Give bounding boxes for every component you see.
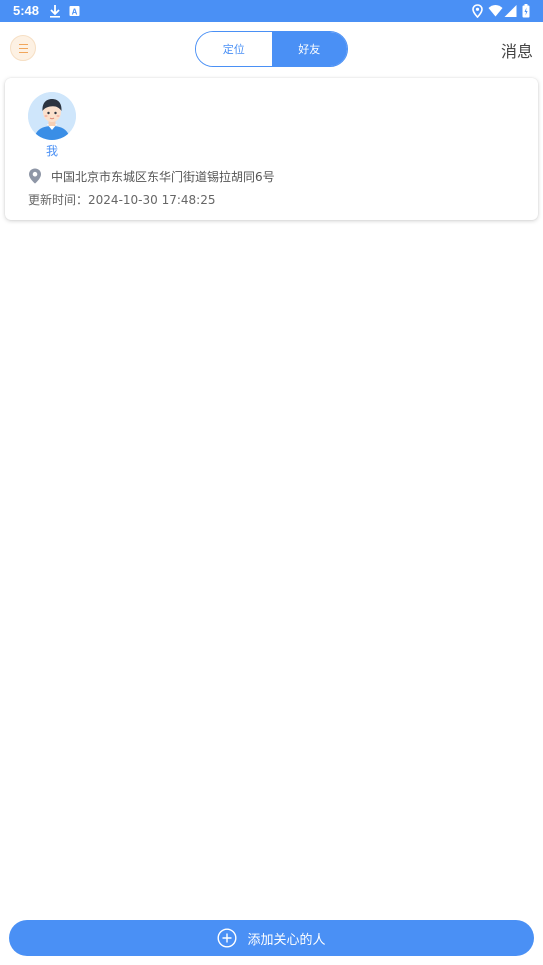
wifi-icon [488,5,503,17]
download-icon [50,5,60,18]
status-time: 5:48 [13,3,40,18]
friend-name: 我 [45,144,58,158]
add-friend-label: 添加关心的人 [247,932,326,948]
update-time-label: 更新时间 [28,193,77,207]
status-bar: 5:48 A [0,0,543,22]
tab-location[interactable]: 定位 [196,32,272,66]
messages-button[interactable]: 消息 [501,38,533,62]
signal-icon [504,5,517,17]
update-time-separator: ： [76,193,89,207]
location-pin-icon [29,168,41,184]
battery-icon [522,4,530,18]
view-toggle: 定位 好友 [195,31,348,67]
avatar-illustration-icon [28,92,76,140]
update-time-value: 2024-10-30 17:48:25 [88,193,216,207]
location-icon [472,4,483,18]
a-badge-icon: A [69,6,80,17]
svg-text:A: A [72,8,78,17]
plus-circle-icon [217,928,237,948]
update-time-row: 更新时间：2024-10-30 17:48:25 [28,191,215,208]
friends-screen: 5:48 A 定位 好友 消息 我 中国北京市东城区东华门街道锡拉胡同6号 更新… [0,0,543,965]
add-friend-button[interactable]: 添加关心的人 [9,920,534,956]
avatar [28,92,76,140]
menu-icon [19,44,28,56]
tab-friends[interactable]: 好友 [271,32,347,66]
menu-button[interactable] [10,35,36,61]
friend-address: 中国北京市东城区东华门街道锡拉胡同6号 [51,170,275,184]
friend-card[interactable]: 我 中国北京市东城区东华门街道锡拉胡同6号 更新时间：2024-10-30 17… [5,78,538,220]
